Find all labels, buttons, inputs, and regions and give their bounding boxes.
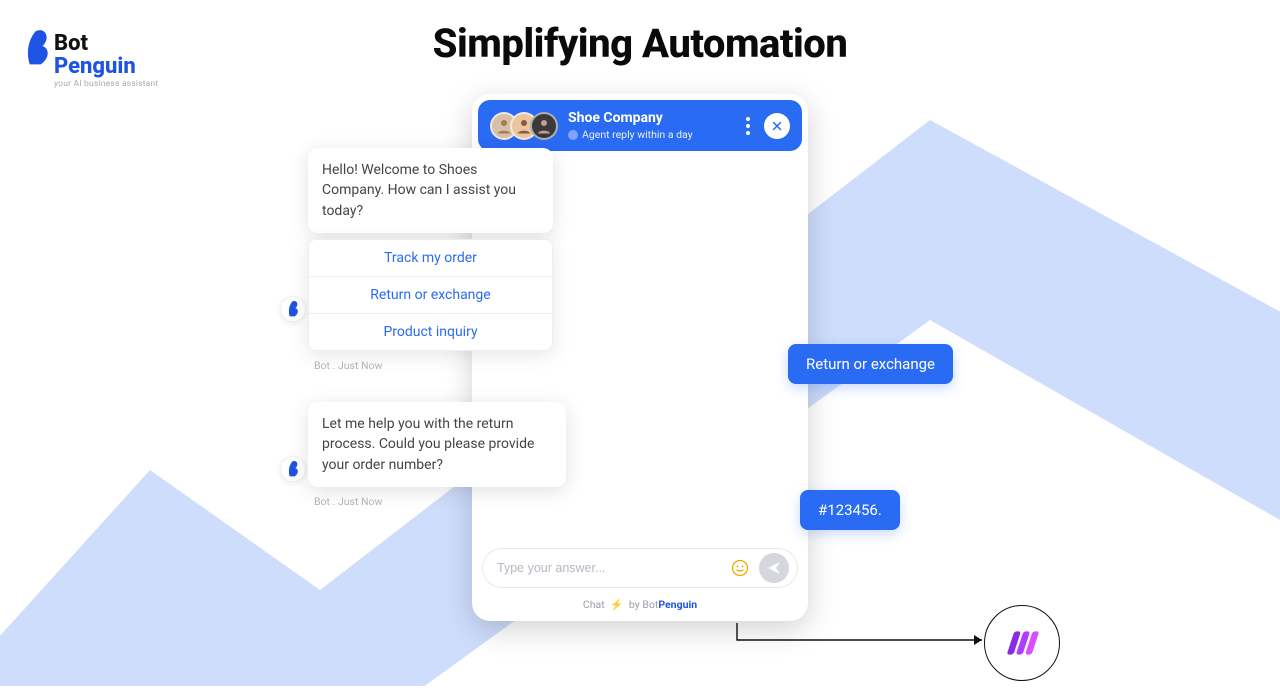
quick-reply-option[interactable]: Track my order bbox=[309, 240, 552, 277]
footer-brand2: Penguin bbox=[658, 598, 697, 611]
bot-message-group: Hello! Welcome to Shoes Company. How can… bbox=[308, 148, 553, 372]
make-integromat-icon bbox=[1002, 623, 1042, 663]
chat-header-title: Shoe Company bbox=[568, 110, 732, 126]
user-reply-bubble: Return or exchange bbox=[788, 344, 953, 384]
integration-node bbox=[984, 605, 1060, 681]
smiley-icon bbox=[730, 558, 750, 578]
page-title: Simplifying Automation bbox=[433, 20, 848, 67]
logo-line2: Penguin bbox=[54, 55, 158, 78]
bot-message-text: Let me help you with the return process.… bbox=[322, 416, 534, 473]
user-reply-text: Return or exchange bbox=[806, 355, 935, 373]
avatar bbox=[530, 112, 558, 140]
bot-avatar bbox=[280, 296, 306, 322]
quick-reply-list: Track my order Return or exchange Produc… bbox=[308, 239, 553, 351]
send-button[interactable] bbox=[759, 553, 789, 583]
bot-message-meta: Bot . Just Now bbox=[314, 359, 553, 372]
logo-tagline: your AI business assistant bbox=[54, 80, 158, 89]
emoji-button[interactable] bbox=[729, 557, 751, 579]
chat-input-row bbox=[482, 548, 798, 588]
footer-prefix: Chat bbox=[583, 598, 605, 611]
bot-message-bubble: Let me help you with the return process.… bbox=[308, 402, 566, 487]
bot-message-bubble: Hello! Welcome to Shoes Company. How can… bbox=[308, 148, 553, 233]
chat-input[interactable] bbox=[497, 561, 721, 575]
bot-message-meta: Bot . Just Now bbox=[314, 495, 566, 508]
chat-header-subtitle: Agent reply within a day bbox=[568, 128, 732, 141]
connector-arrow-icon bbox=[736, 622, 996, 658]
user-reply-bubble: #123456. bbox=[800, 490, 900, 530]
chat-header-subtitle-text: Agent reply within a day bbox=[582, 128, 693, 141]
bot-message-text: Hello! Welcome to Shoes Company. How can… bbox=[322, 162, 516, 219]
brand-logo: Bot Penguin your AI business assistant bbox=[26, 28, 158, 89]
bot-avatar bbox=[280, 456, 306, 482]
quick-reply-option[interactable]: Return or exchange bbox=[309, 277, 552, 314]
chat-menu-button[interactable] bbox=[742, 113, 754, 139]
close-icon bbox=[771, 120, 783, 132]
user-reply-text: #123456. bbox=[818, 501, 882, 519]
bot-message-group: Let me help you with the return process.… bbox=[308, 402, 566, 508]
penguin-icon bbox=[288, 460, 298, 478]
quick-reply-option[interactable]: Product inquiry bbox=[309, 314, 552, 350]
chat-header: Shoe Company Agent reply within a day bbox=[478, 100, 802, 151]
avatar-stack bbox=[490, 112, 558, 140]
bolt-icon: ⚡ bbox=[610, 598, 623, 611]
footer-mid: by bbox=[629, 598, 640, 611]
chat-close-button[interactable] bbox=[764, 113, 790, 139]
verified-badge-icon bbox=[568, 130, 578, 140]
logo-line1: Bot bbox=[54, 32, 158, 55]
footer-brand1: Bot bbox=[642, 598, 658, 611]
penguin-icon bbox=[26, 28, 48, 68]
chat-footer: Chat ⚡ by BotPenguin bbox=[472, 592, 808, 621]
penguin-icon bbox=[288, 300, 298, 318]
send-icon bbox=[766, 560, 782, 576]
